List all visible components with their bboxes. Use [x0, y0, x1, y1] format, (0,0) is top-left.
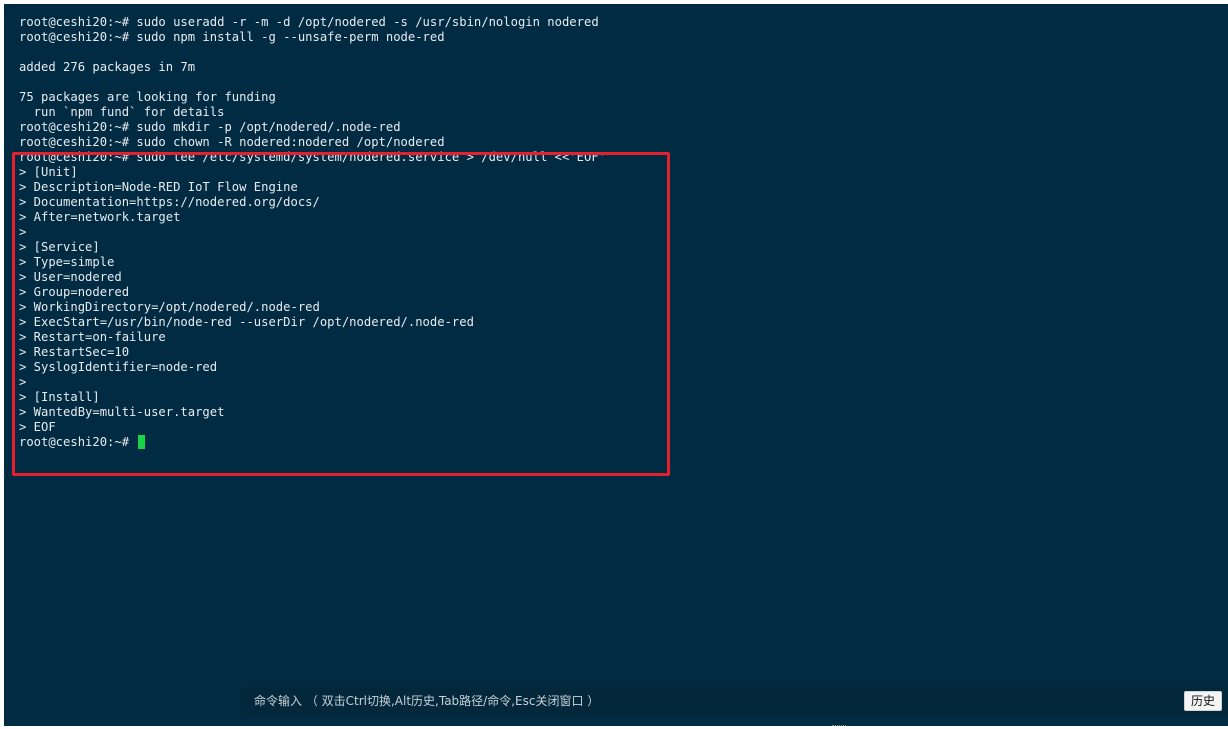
terminal-line: root@ceshi20:~# sudo useradd -r -m -d /o… — [19, 15, 599, 29]
terminal-line: root@ceshi20:~# sudo npm install -g --un… — [19, 30, 445, 44]
terminal-prompt-line: root@ceshi20:~# — [19, 435, 606, 450]
left-resize-handle[interactable]: ⋮ — [0, 470, 8, 480]
terminal-line: > WorkingDirectory=/opt/nodered/.node-re… — [19, 300, 320, 314]
terminal-line: > [Unit] — [19, 165, 78, 179]
terminal-line: 75 packages are looking for funding — [19, 90, 276, 104]
terminal-line: > EOF — [19, 420, 56, 434]
terminal-line: > Description=Node-RED IoT Flow Engine — [19, 180, 298, 194]
terminal-line: > Restart=on-failure — [19, 330, 166, 344]
terminal-lines: root@ceshi20:~# sudo useradd -r -m -d /o… — [19, 15, 606, 450]
terminal-line: > [Install] — [19, 390, 100, 404]
terminal-line: root@ceshi20:~# sudo chown -R nodered:no… — [19, 135, 445, 149]
ssh-terminal-window: root@ceshi20:~# sudo useradd -r -m -d /o… — [0, 0, 1228, 729]
terminal-line: > — [19, 225, 27, 239]
terminal-line: > SyslogIdentifier=node-red — [19, 360, 218, 374]
terminal-line: > [Service] — [19, 240, 100, 254]
terminal-line: > RestartSec=10 — [19, 345, 130, 359]
terminal-line: > After=network.target — [19, 210, 181, 224]
terminal-line: > Group=nodered — [19, 285, 130, 299]
terminal-line: run `npm fund` for details — [19, 105, 225, 119]
terminal-cursor — [138, 435, 146, 449]
terminal-line: > User=nodered — [19, 270, 122, 284]
terminal-line: > WantedBy=multi-user.target — [19, 405, 225, 419]
history-button[interactable]: 历史 — [1184, 691, 1222, 711]
terminal-output[interactable]: root@ceshi20:~# sudo useradd -r -m -d /o… — [4, 4, 1228, 726]
terminal-line: > Documentation=https://nodered.org/docs… — [19, 195, 320, 209]
terminal-line: > — [19, 375, 27, 389]
terminal-line: root@ceshi20:~# sudo mkdir -p /opt/noder… — [19, 120, 401, 134]
terminal-line: > ExecStart=/usr/bin/node-red --userDir … — [19, 315, 474, 329]
shell-prompt: root@ceshi20:~# — [19, 435, 137, 449]
terminal-line: added 276 packages in 7m — [19, 60, 196, 74]
bottom-resize-grip[interactable] — [832, 725, 846, 729]
command-input[interactable] — [254, 686, 1154, 716]
terminal-line: > Type=simple — [19, 255, 115, 269]
terminal-line: root@ceshi20:~# sudo tee /etc/systemd/sy… — [19, 150, 606, 164]
command-input-bar — [240, 686, 1228, 716]
